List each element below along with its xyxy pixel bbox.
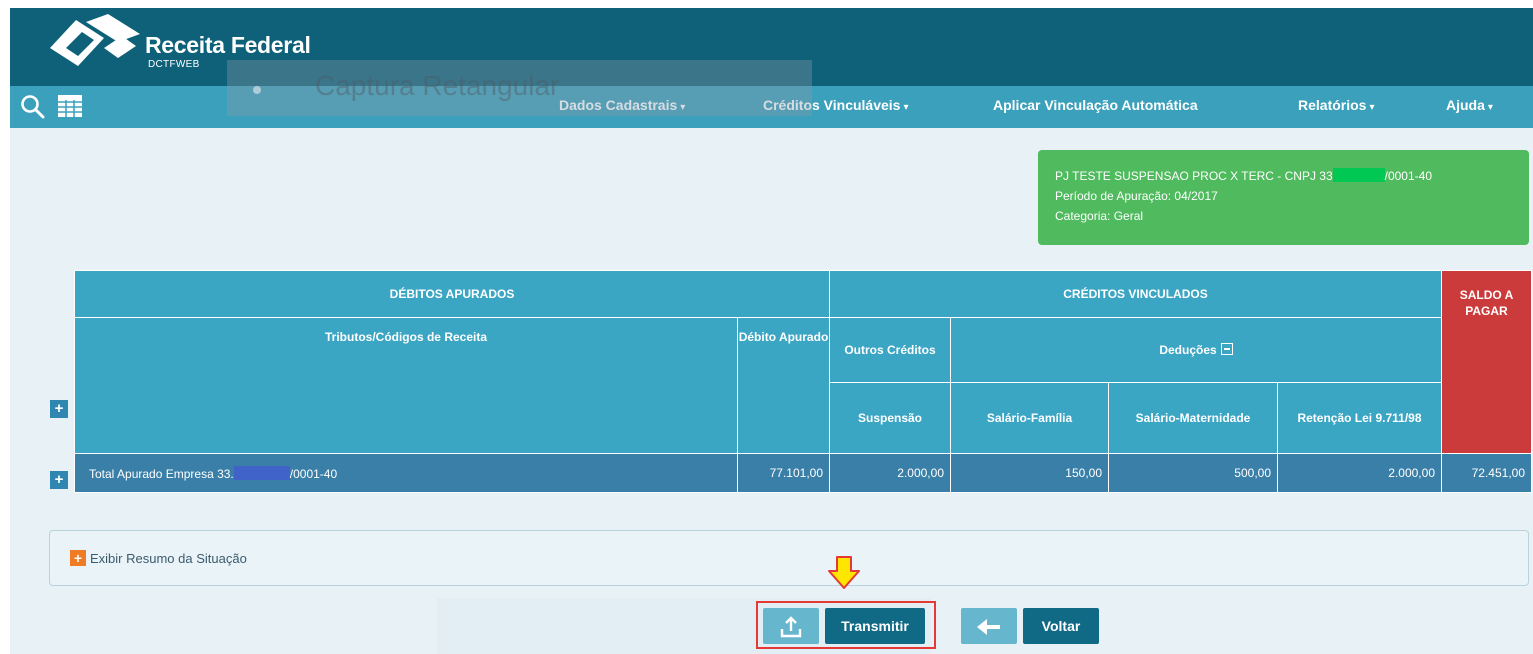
- debito-value: 77.101,00: [737, 453, 830, 493]
- collapse-minus-icon[interactable]: [1220, 343, 1233, 355]
- nav-aplicar-vinculacao[interactable]: Aplicar Vinculação Automática: [993, 97, 1198, 113]
- nav-relatorios[interactable]: Relatórios ▾: [1298, 97, 1375, 113]
- capture-dot-icon: [253, 86, 261, 94]
- expand-plus-icon[interactable]: +: [50, 400, 68, 418]
- saldo-value: 72.451,00: [1441, 453, 1532, 493]
- redacted-mask: [1332, 168, 1385, 182]
- header-tributos: Tributos/Códigos de Receita: [74, 317, 738, 454]
- header-saldo-a-pagar: SALDO A PAGAR: [1441, 270, 1532, 454]
- highlight-box: [756, 601, 936, 649]
- brand-subtitle: DCTFWEB: [148, 59, 200, 70]
- header-salario-maternidade: Salário-Maternidade: [1108, 382, 1278, 454]
- back-arrow-icon: [977, 619, 1000, 636]
- logo-icon: [50, 14, 140, 66]
- header-retencao: Retenção Lei 9.711/98: [1277, 382, 1442, 454]
- retencao-value: 2.000,00: [1277, 453, 1442, 493]
- back-icon-button[interactable]: [961, 608, 1017, 644]
- expand-plus-icon[interactable]: +: [70, 550, 86, 566]
- category-line: Categoria: Geral: [1055, 209, 1144, 223]
- salario-familia-value: 150,00: [950, 453, 1109, 493]
- period-line: Período de Apuração: 04/2017: [1055, 189, 1218, 203]
- header-debitos-apurados: DÉBITOS APURADOS: [74, 270, 830, 318]
- expand-row-plus-icon[interactable]: +: [50, 471, 68, 489]
- company-cnpj-line: PJ TESTE SUSPENSAO PROC X TERC - CNPJ 33…: [1055, 168, 1432, 183]
- resumo-panel[interactable]: + Exibir Resumo da Situação: [49, 530, 1529, 586]
- voltar-button[interactable]: Voltar: [1023, 608, 1099, 644]
- salario-maternidade-value: 500,00: [1108, 453, 1278, 493]
- header-outros-creditos: Outros Créditos: [829, 317, 951, 383]
- total-label-cell: Total Apurado Empresa 33./0001-40: [74, 453, 738, 493]
- debitos-creditos-table: DÉBITOS APURADOS CRÉDITOS VINCULADOS SAL…: [74, 270, 1532, 493]
- resumo-label[interactable]: Exibir Resumo da Situação: [90, 551, 247, 566]
- header-creditos-vinculados: CRÉDITOS VINCULADOS: [829, 270, 1442, 318]
- suspensao-value: 2.000,00: [829, 453, 951, 493]
- app-frame: Receita Federal DCTFWEB Dados Cadastrais…: [10, 8, 1533, 654]
- nav-ajuda[interactable]: Ajuda ▾: [1446, 97, 1493, 113]
- header-salario-familia: Salário-Família: [950, 382, 1109, 454]
- header-debito-apurado: Débito Apurado: [737, 317, 830, 454]
- table-row: Total Apurado Empresa 33./0001-40 77.101…: [74, 453, 1532, 493]
- redacted-mask: [233, 465, 290, 480]
- table-grid-icon[interactable]: [57, 94, 83, 118]
- company-info-box: PJ TESTE SUSPENSAO PROC X TERC - CNPJ 33…: [1038, 150, 1529, 245]
- header-suspensao: Suspensão: [829, 382, 951, 454]
- brand-title: Receita Federal: [145, 32, 311, 58]
- header-deducoes: Deduções: [950, 317, 1442, 383]
- down-arrow-icon: [828, 556, 860, 589]
- search-icon[interactable]: [20, 94, 46, 120]
- capture-overlay-label: Captura Retangular: [315, 70, 560, 101]
